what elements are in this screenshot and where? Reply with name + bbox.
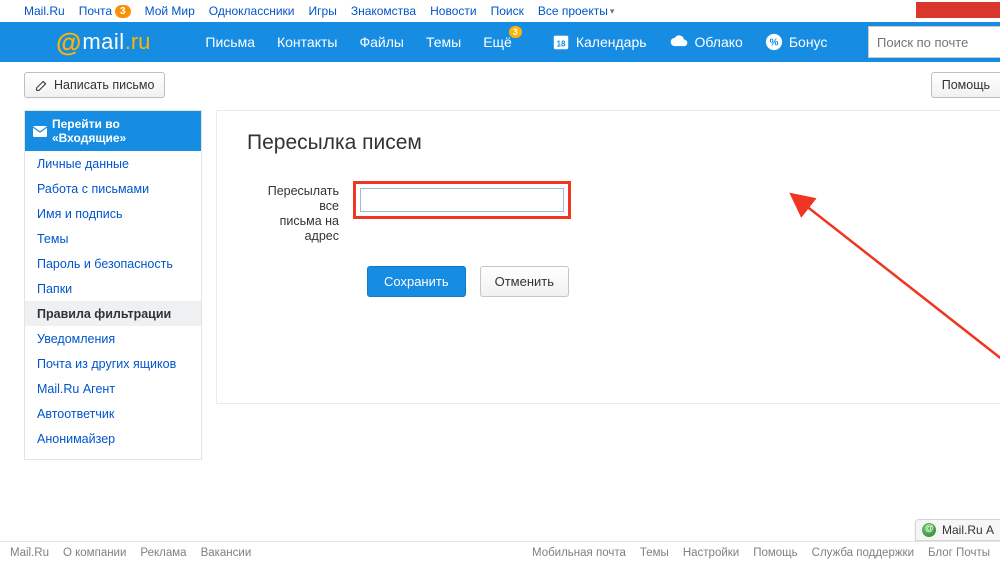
service-label: Календарь <box>576 34 647 50</box>
nav-more[interactable]: Ещё 3 <box>483 34 512 50</box>
forward-row: Пересылать все письма на адрес <box>247 181 970 244</box>
nav-contacts[interactable]: Контакты <box>277 34 337 50</box>
footer-link[interactable]: Помощь <box>753 547 797 559</box>
sidebar-head[interactable]: Перейти во «Входящие» <box>25 111 201 151</box>
footer-link[interactable]: Mail.Ru <box>10 547 49 559</box>
svg-text:%: % <box>769 38 778 49</box>
svg-text:18: 18 <box>556 40 565 49</box>
badge-count: 3 <box>115 5 131 18</box>
footer-link[interactable]: Мобильная почта <box>532 547 626 559</box>
agent-status-icon <box>922 523 936 537</box>
logo-suffix: .ru <box>125 29 151 55</box>
forward-address-input[interactable] <box>360 188 564 212</box>
logo-main: mail <box>82 29 124 55</box>
service-cloud[interactable]: Облако <box>669 33 743 51</box>
content-panel: Пересылка писем Пересылать все письма на… <box>216 110 1000 404</box>
save-button[interactable]: Сохранить <box>367 266 466 297</box>
portal-item-games[interactable]: Игры <box>309 4 337 18</box>
compose-button[interactable]: Написать письмо <box>24 72 165 98</box>
page-title: Пересылка писем <box>247 131 970 155</box>
forward-input-highlight <box>353 181 571 219</box>
portal-item-news[interactable]: Новости <box>430 4 476 18</box>
cloud-icon <box>669 33 689 51</box>
footer-link[interactable]: Вакансии <box>201 547 252 559</box>
sidebar-item-themes[interactable]: Темы <box>25 226 201 251</box>
portal-item-label: Почта <box>79 4 112 18</box>
sidebar-item-security[interactable]: Пароль и безопасность <box>25 251 201 276</box>
portal-item-mailru[interactable]: Mail.Ru <box>24 4 65 18</box>
cancel-button[interactable]: Отменить <box>480 266 569 297</box>
footer-link[interactable]: Служба поддержки <box>812 547 914 559</box>
footer: Mail.Ru О компании Реклама Вакансии Моби… <box>0 541 1000 563</box>
sidebar-item-agent[interactable]: Mail.Ru Агент <box>25 376 201 401</box>
sidebar-head-label: Перейти во «Входящие» <box>52 117 193 145</box>
envelope-icon <box>33 126 47 137</box>
sidebar-item-autoreply[interactable]: Автоответчик <box>25 401 201 426</box>
service-bonus[interactable]: % Бонус <box>765 33 828 51</box>
service-label: Облако <box>695 34 743 50</box>
footer-link[interactable]: Блог Почты <box>928 547 990 559</box>
nav-themes[interactable]: Темы <box>426 34 461 50</box>
service-label: Бонус <box>789 34 828 50</box>
portal-item-ok[interactable]: Одноклассники <box>209 4 295 18</box>
portal-bar: Mail.Ru Почта 3 Мой Мир Одноклассники Иг… <box>0 0 1000 22</box>
sidebar-item-external[interactable]: Почта из других ящиков <box>25 351 201 376</box>
portal-item-label: Все проекты <box>538 4 608 18</box>
main-layout: Перейти во «Входящие» Личные данные Рабо… <box>0 110 1000 460</box>
sidebar-item-anonymizer[interactable]: Анонимайзер <box>25 426 201 451</box>
footer-link[interactable]: Настройки <box>683 547 739 559</box>
compose-icon <box>35 79 48 92</box>
app-header: @ mail .ru Письма Контакты Файлы Темы Ещ… <box>0 22 1000 62</box>
portal-item-moymir[interactable]: Мой Мир <box>145 4 195 18</box>
nav-letters[interactable]: Письма <box>205 34 255 50</box>
compose-label: Написать письмо <box>54 78 154 92</box>
forward-label-line2: письма на адрес <box>280 214 339 243</box>
header-banner[interactable] <box>916 2 1000 18</box>
portal-item-pochta[interactable]: Почта 3 <box>79 4 131 18</box>
footer-link[interactable]: Темы <box>640 547 669 559</box>
search-box[interactable] <box>868 26 1000 58</box>
portal-item-all[interactable]: Все проекты ▾ <box>538 4 615 18</box>
footer-link[interactable]: Реклама <box>140 547 186 559</box>
chevron-down-icon: ▾ <box>610 6 615 17</box>
nav-more-label: Ещё <box>483 34 512 50</box>
portal-item-dating[interactable]: Знакомства <box>351 4 416 18</box>
nav-files[interactable]: Файлы <box>359 34 403 50</box>
forward-label-line1: Пересылать все <box>268 184 339 213</box>
calendar-icon: 18 <box>552 33 570 51</box>
sidebar: Перейти во «Входящие» Личные данные Рабо… <box>24 110 202 460</box>
portal-item-search[interactable]: Поиск <box>491 4 524 18</box>
toolbar: Написать письмо Помощь <box>0 62 1000 110</box>
footer-link[interactable]: О компании <box>63 547 126 559</box>
badge-count: 3 <box>509 26 522 38</box>
logo[interactable]: @ mail .ru <box>56 27 150 58</box>
sidebar-item-filters[interactable]: Правила фильтрации <box>25 301 201 326</box>
sidebar-item-signature[interactable]: Имя и подпись <box>25 201 201 226</box>
form-actions: Сохранить Отменить <box>367 266 970 297</box>
sidebar-item-personal[interactable]: Личные данные <box>25 151 201 176</box>
service-calendar[interactable]: 18 Календарь <box>552 33 647 51</box>
sidebar-item-notifications[interactable]: Уведомления <box>25 326 201 351</box>
help-button[interactable]: Помощь <box>931 72 1000 98</box>
sidebar-item-folders[interactable]: Папки <box>25 276 201 301</box>
sidebar-item-mailwork[interactable]: Работа с письмами <box>25 176 201 201</box>
logo-at-icon: @ <box>56 27 81 58</box>
search-input[interactable] <box>877 35 1000 50</box>
bonus-icon: % <box>765 33 783 51</box>
agent-chip[interactable]: Mail.Ru А <box>915 519 1000 541</box>
agent-chip-label: Mail.Ru А <box>942 523 994 537</box>
forward-label: Пересылать все письма на адрес <box>247 181 353 244</box>
